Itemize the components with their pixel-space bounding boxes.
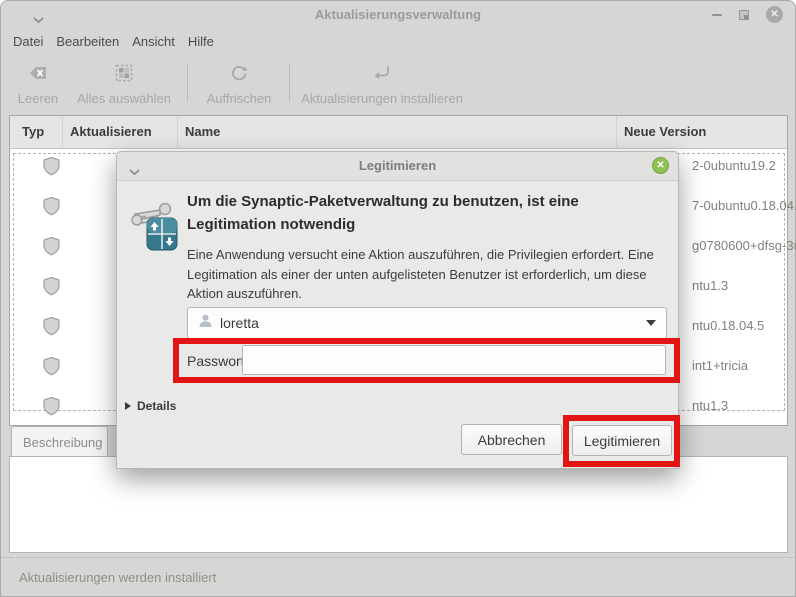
toolbar-separator — [187, 64, 188, 102]
column-header-name[interactable]: Name — [185, 124, 220, 139]
toolbar-label: Aktualisierungen installieren — [301, 91, 463, 106]
details-label: Details — [137, 399, 176, 413]
menubar: Datei Bearbeiten Ansicht Hilfe — [1, 28, 795, 54]
refresh-button[interactable]: Auffrischen — [201, 64, 277, 106]
authenticate-button[interactable]: Legitimieren — [572, 425, 672, 456]
version-cell[interactable]: ntu1.3 — [692, 398, 728, 413]
menu-ansicht[interactable]: Ansicht — [132, 32, 175, 51]
install-icon — [372, 64, 392, 87]
version-cell[interactable]: ntu1.3 — [692, 278, 728, 293]
version-cell[interactable]: 7-0ubuntu0.18.04. — [692, 198, 796, 213]
dialog-heading: Um die Synaptic-Paketverwaltung zu benut… — [187, 190, 667, 237]
close-window-icon[interactable]: ✕ — [766, 6, 783, 23]
dialog-titlebar: Legitimieren ✕ — [117, 152, 678, 181]
shield-icon — [42, 156, 61, 181]
statusbar: Aktualisierungen werden installiert — [1, 557, 795, 597]
auth-dialog: Legitimieren ✕ — [116, 151, 679, 469]
shield-icon — [42, 396, 61, 421]
password-label: Passwort: — [187, 353, 248, 369]
window-title: Aktualisierungsverwaltung — [1, 7, 795, 22]
shield-icon — [42, 236, 61, 261]
select-all-icon — [115, 64, 133, 87]
user-icon — [198, 313, 213, 333]
header-separator — [177, 116, 178, 149]
table-header: Typ Aktualisieren Name Neue Version — [10, 116, 787, 149]
shield-icon — [42, 316, 61, 341]
expander-arrow-icon — [125, 402, 131, 410]
chevron-down-icon — [646, 320, 656, 326]
column-header-typ[interactable]: Typ — [22, 124, 44, 139]
toolbar-label: Auffrischen — [207, 91, 272, 106]
version-cell[interactable]: 2-0ubuntu19.2 — [692, 158, 776, 173]
toolbar-separator — [289, 64, 290, 102]
toolbar-label: Alles auswählen — [77, 91, 171, 106]
shield-icon — [42, 196, 61, 221]
screenshot-stage: Aktualisierungsverwaltung ✕ Datei Bearbe… — [0, 0, 796, 597]
column-header-neue-version[interactable]: Neue Version — [624, 124, 706, 139]
tab-label: Beschreibung — [23, 435, 103, 450]
dialog-body-text: Eine Anwendung versucht eine Aktion ausz… — [187, 245, 679, 304]
select-all-button[interactable]: Alles auswählen — [73, 64, 175, 106]
header-separator — [616, 116, 617, 149]
version-cell[interactable]: int1+tricia — [692, 358, 748, 373]
update-manager-window: Aktualisierungsverwaltung ✕ Datei Bearbe… — [0, 0, 796, 597]
status-text: Aktualisierungen werden installiert — [19, 570, 216, 585]
menu-datei[interactable]: Datei — [13, 32, 43, 51]
version-cell[interactable]: g0780600+dfsg-3u — [692, 238, 796, 253]
install-updates-button[interactable]: Aktualisierungen installieren — [301, 64, 463, 106]
menu-hilfe[interactable]: Hilfe — [188, 32, 214, 51]
details-expander[interactable]: Details — [125, 399, 176, 413]
version-cell[interactable]: ntu0.18.04.5 — [692, 318, 764, 333]
titlebar: Aktualisierungsverwaltung ✕ — [1, 1, 795, 28]
menu-bearbeiten[interactable]: Bearbeiten — [56, 32, 119, 51]
tab-beschreibung[interactable]: Beschreibung — [11, 426, 108, 457]
shield-icon — [42, 356, 61, 381]
dialog-close-icon[interactable]: ✕ — [652, 157, 669, 174]
selected-user: loretta — [220, 315, 259, 331]
minimize-icon[interactable] — [712, 14, 722, 16]
column-header-aktualisieren[interactable]: Aktualisieren — [70, 124, 152, 139]
header-separator — [62, 116, 63, 149]
auth-keys-icon — [127, 198, 179, 257]
cancel-button[interactable]: Abbrechen — [461, 424, 562, 455]
dialog-title: Legitimieren — [117, 158, 678, 173]
toolbar-label: Leeren — [18, 91, 58, 106]
shield-icon — [42, 276, 61, 301]
description-pane — [9, 456, 788, 553]
clear-button[interactable]: Leeren — [9, 64, 67, 106]
maximize-icon[interactable] — [739, 10, 749, 20]
toolbar: Leeren Alles auswählen Auffrischen — [1, 56, 795, 112]
clear-icon — [27, 64, 49, 87]
user-select[interactable]: loretta — [187, 307, 667, 339]
refresh-icon — [230, 64, 248, 87]
password-input[interactable] — [242, 345, 666, 375]
